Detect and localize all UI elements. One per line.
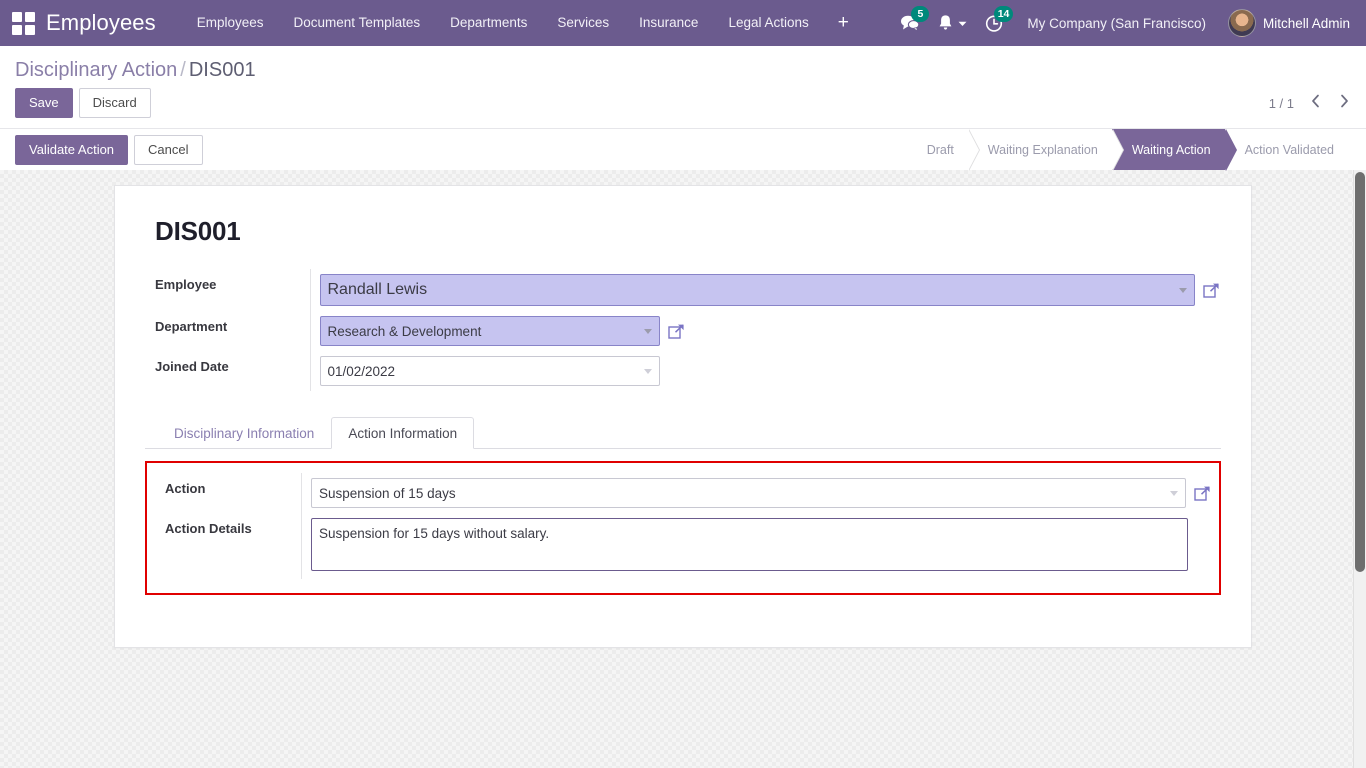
breadcrumb-separator: / (180, 59, 186, 81)
app-brand-title[interactable]: Employees (46, 10, 156, 36)
workflow-buttons-group: Validate Action Cancel (15, 135, 203, 165)
activities-badge: 14 (994, 6, 1014, 22)
chevron-down-icon[interactable] (1179, 288, 1187, 293)
form-content-area: DIS001 Employee Randall Lewis (0, 170, 1366, 768)
add-menu-button[interactable]: + (824, 0, 863, 46)
validate-action-button[interactable]: Validate Action (15, 135, 128, 165)
vertical-scrollbar[interactable] (1353, 170, 1366, 768)
internal-link-icon[interactable] (1203, 282, 1220, 299)
status-stage-action-validated[interactable]: Action Validated (1225, 129, 1348, 171)
chevron-down-icon[interactable] (644, 329, 652, 334)
main-field-table: Employee Randall Lewis (145, 269, 1221, 391)
user-menu[interactable]: Mitchell Admin (1220, 9, 1354, 37)
page-title: DIS001 (155, 216, 1221, 247)
breadcrumb-current: DIS001 (189, 59, 256, 81)
form-sheet: DIS001 Employee Randall Lewis (114, 185, 1252, 648)
menu-item-employees[interactable]: Employees (182, 0, 279, 46)
field-row-action-details: Action Details (155, 513, 1211, 579)
employee-value: Randall Lewis (328, 281, 428, 299)
menu-item-departments[interactable]: Departments (435, 0, 542, 46)
field-row-action: Action Suspension of 15 days (155, 473, 1211, 513)
internal-link-icon[interactable] (1194, 485, 1211, 502)
discard-button[interactable]: Discard (79, 88, 151, 118)
action-field-table: Action Suspension of 15 days (155, 473, 1211, 579)
chevron-down-icon (958, 21, 967, 27)
status-stage-waiting-action[interactable]: Waiting Action (1112, 129, 1225, 171)
chevron-down-icon[interactable] (644, 369, 652, 374)
save-discard-group: Save Discard (15, 88, 151, 118)
chevron-right-icon[interactable] (1337, 94, 1352, 113)
employee-input[interactable]: Randall Lewis (320, 274, 1195, 306)
joined-date-value: 01/02/2022 (328, 364, 396, 379)
action-input[interactable]: Suspension of 15 days (311, 478, 1186, 508)
avatar (1228, 9, 1256, 37)
internal-link-icon[interactable] (668, 323, 685, 340)
breadcrumb: Disciplinary Action/DIS001 (0, 46, 1366, 88)
field-row-department: Department Research & Development (145, 311, 1221, 351)
tab-pane-action-information: Action Suspension of 15 days (145, 461, 1221, 595)
department-label: Department (145, 311, 310, 351)
action-details-textarea[interactable] (311, 518, 1188, 571)
user-name-label: Mitchell Admin (1263, 16, 1350, 31)
joined-date-input[interactable]: 01/02/2022 (320, 356, 660, 386)
menu-item-insurance[interactable]: Insurance (624, 0, 713, 46)
field-row-employee: Employee Randall Lewis (145, 269, 1221, 311)
action-label: Action (155, 473, 302, 513)
status-bar: Draft Waiting Explanation Waiting Action… (907, 129, 1366, 171)
action-value: Suspension of 15 days (319, 486, 456, 501)
menu-item-services[interactable]: Services (542, 0, 624, 46)
control-panel-actions-row: Validate Action Cancel Draft Waiting Exp… (0, 128, 1366, 170)
chevron-left-icon[interactable] (1308, 94, 1323, 113)
menu-item-document-templates[interactable]: Document Templates (279, 0, 436, 46)
breadcrumb-parent[interactable]: Disciplinary Action (15, 59, 177, 81)
notifications-icon[interactable] (929, 0, 976, 46)
department-value: Research & Development (328, 324, 482, 339)
navbar-systray: 5 14 My Company (San Francisco) Mitc (891, 0, 1354, 46)
scrollbar-thumb[interactable] (1355, 172, 1365, 572)
tab-action-information[interactable]: Action Information (331, 417, 474, 449)
tab-disciplinary-information[interactable]: Disciplinary Information (157, 417, 331, 449)
pager-value: 1 / 1 (1269, 96, 1294, 111)
status-stage-draft[interactable]: Draft (907, 129, 968, 171)
notebook-tabs: Disciplinary Information Action Informat… (145, 417, 1221, 449)
employee-label: Employee (145, 269, 310, 311)
messages-badge: 5 (911, 6, 929, 22)
save-button[interactable]: Save (15, 88, 73, 118)
company-switcher[interactable]: My Company (San Francisco) (1013, 16, 1220, 31)
control-panel-buttons-row: Save Discard 1 / 1 (0, 88, 1366, 128)
department-input[interactable]: Research & Development (320, 316, 660, 346)
notebook: Disciplinary Information Action Informat… (145, 417, 1221, 595)
field-row-joined-date: Joined Date 01/02/2022 (145, 351, 1221, 391)
action-details-label: Action Details (155, 513, 302, 579)
chevron-down-icon[interactable] (1170, 491, 1178, 496)
joined-date-label: Joined Date (145, 351, 310, 391)
pager: 1 / 1 (1269, 94, 1352, 113)
activities-icon[interactable]: 14 (976, 0, 1013, 46)
messages-icon[interactable]: 5 (891, 0, 929, 46)
main-menu: Employees Document Templates Departments… (182, 0, 863, 46)
apps-grid-icon[interactable] (10, 10, 36, 36)
cancel-button[interactable]: Cancel (134, 135, 202, 165)
status-stage-waiting-explanation[interactable]: Waiting Explanation (968, 129, 1112, 171)
menu-item-legal-actions[interactable]: Legal Actions (713, 0, 823, 46)
top-navbar: Employees Employees Document Templates D… (0, 0, 1366, 46)
